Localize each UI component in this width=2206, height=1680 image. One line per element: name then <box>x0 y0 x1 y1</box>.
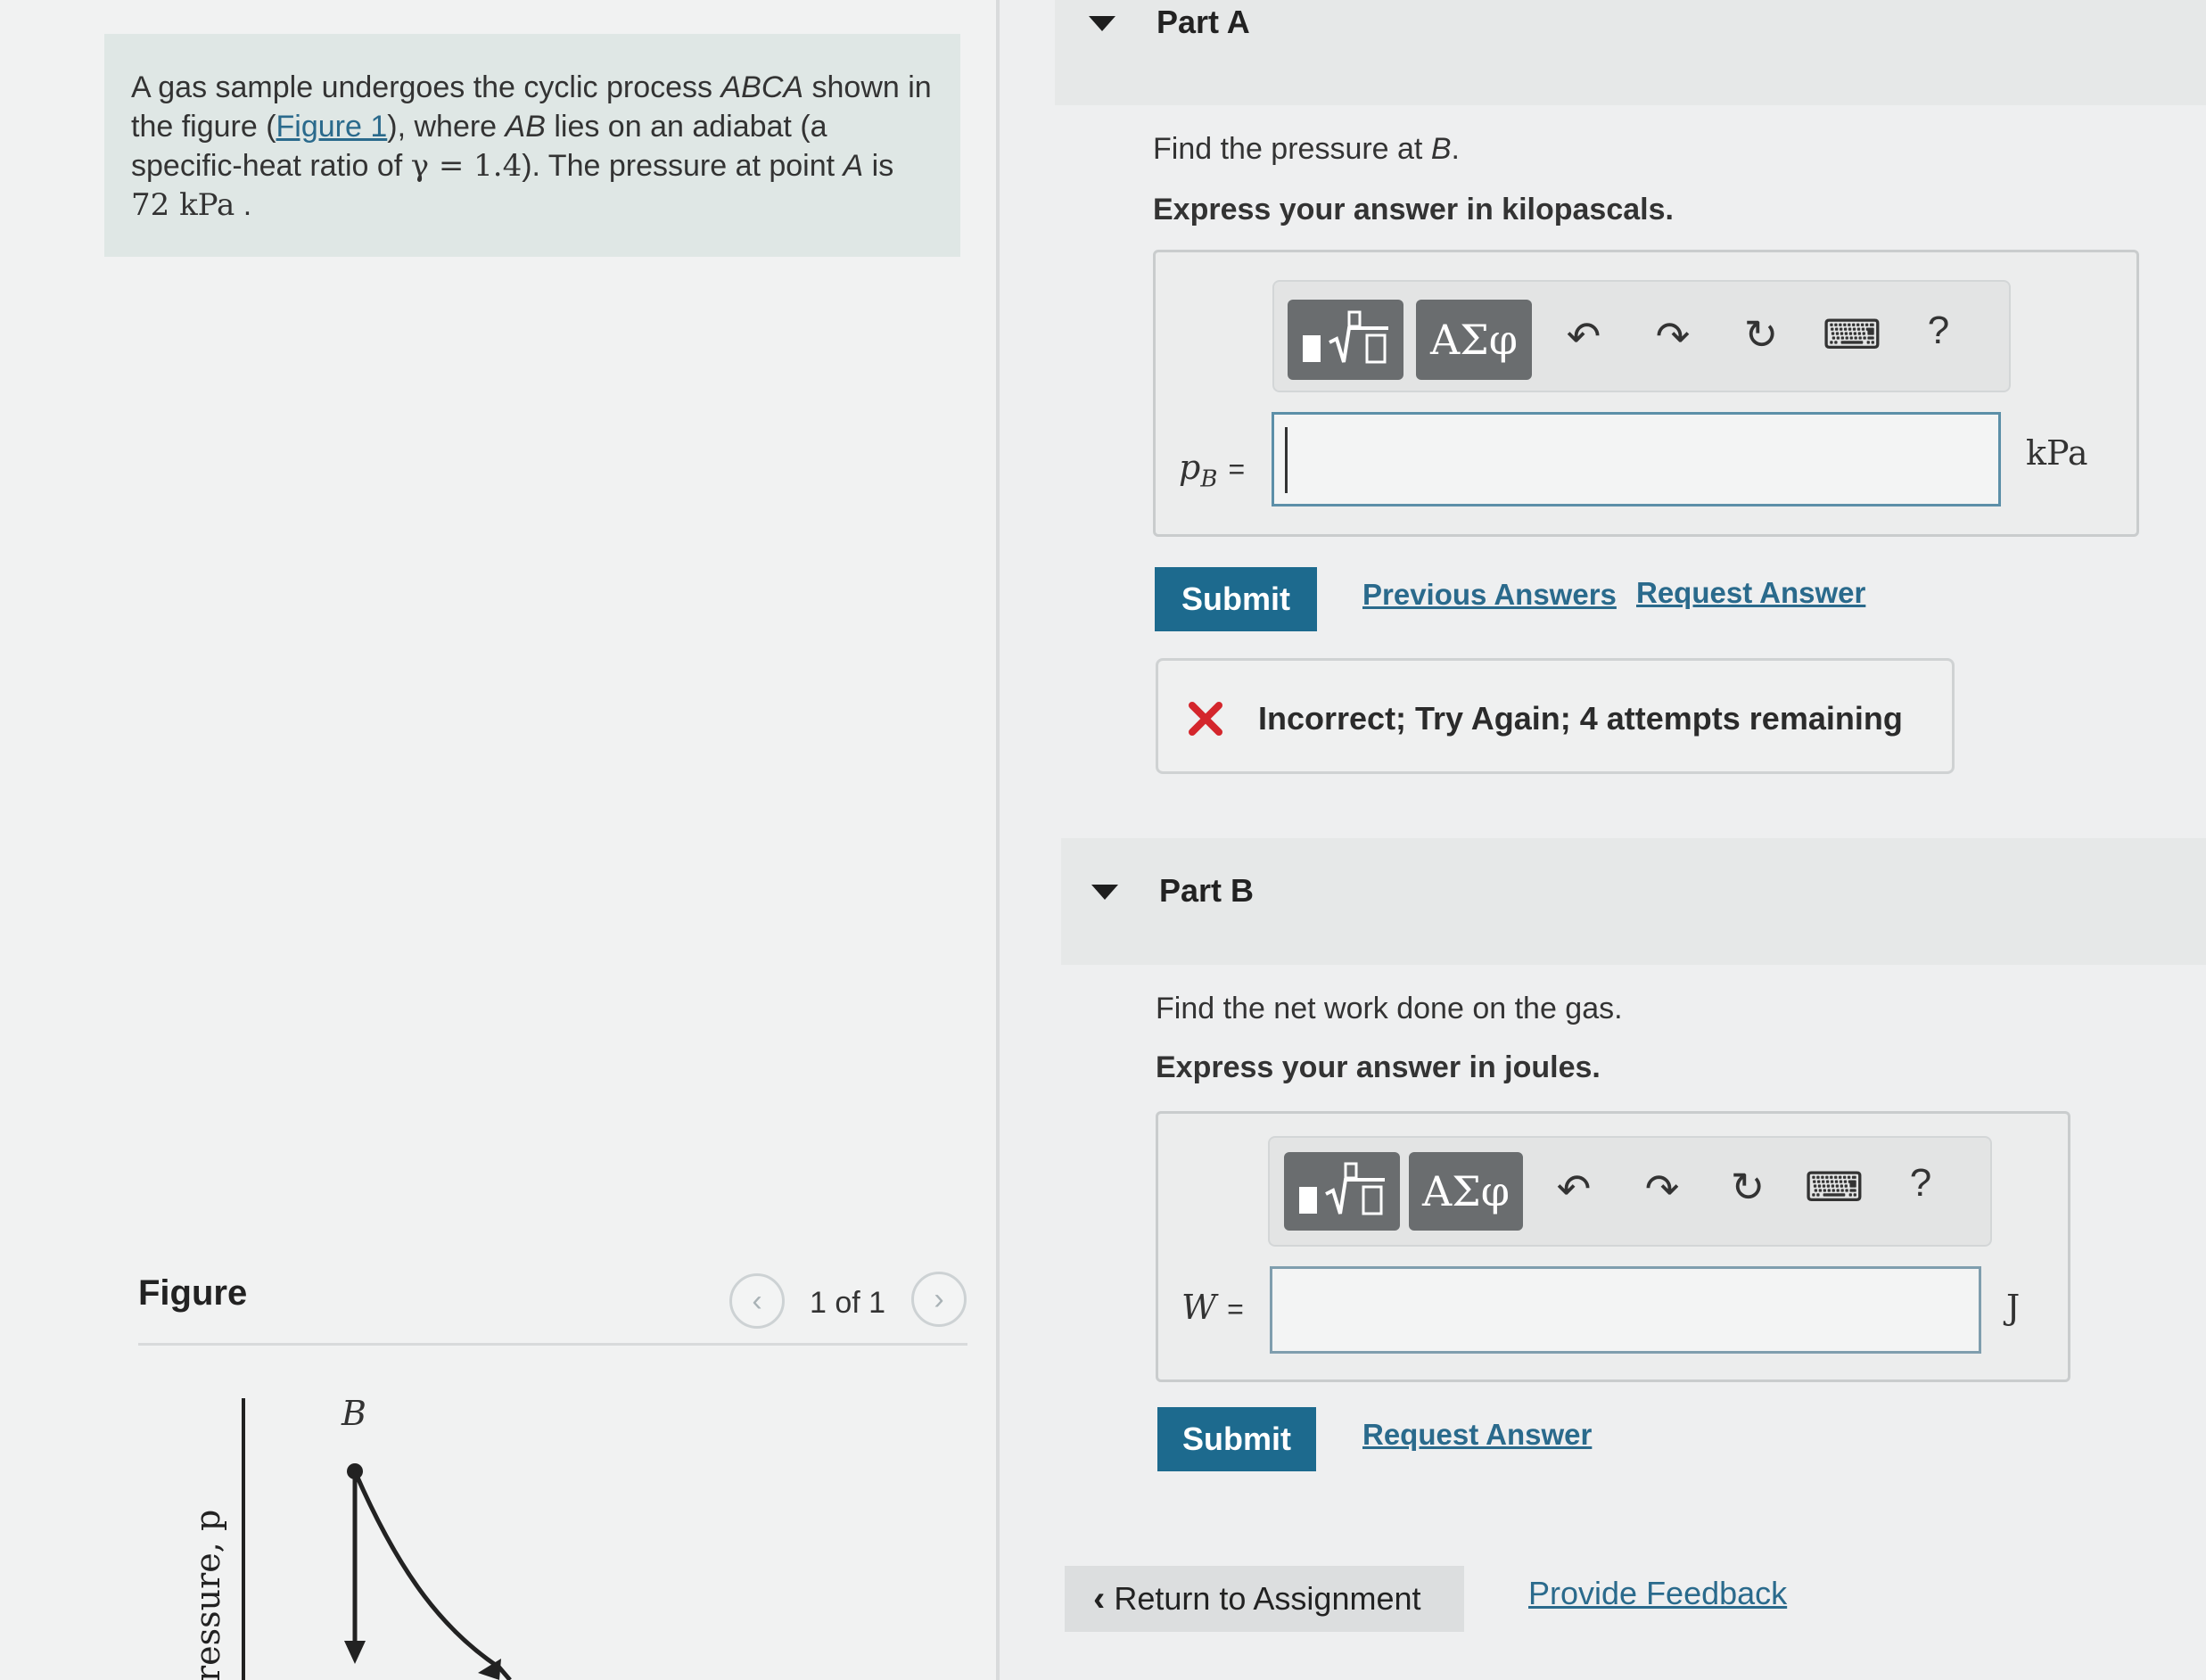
question-text: Find the pressure at <box>1153 132 1431 166</box>
redo-icon[interactable]: ↷ <box>1648 312 1698 360</box>
part-a-instruction: Express your answer in kilopascals. <box>1153 193 1674 226</box>
greek-symbols-button[interactable]: ΑΣφ <box>1416 300 1532 380</box>
point-b-label: B <box>341 1394 366 1433</box>
part-a-title: Part A <box>1157 4 1250 40</box>
question-variable: B <box>1430 132 1452 166</box>
question-text: . <box>1451 132 1460 166</box>
return-label: Return to Assignment <box>1114 1580 1421 1617</box>
chevron-left-icon: ‹ <box>1093 1578 1106 1618</box>
part-b-unit: J <box>2006 1288 2021 1327</box>
part-b-question: Find the net work done on the gas. <box>1156 992 1623 1025</box>
part-a-submit-button[interactable]: Submit <box>1155 567 1317 631</box>
text-cursor <box>1285 427 1288 493</box>
keyboard-icon[interactable]: ⌨ <box>1821 310 1883 358</box>
problem-text: ), where <box>387 110 506 144</box>
figure-title: Figure <box>138 1273 248 1313</box>
undo-icon[interactable]: ↶ <box>1559 312 1609 360</box>
column-divider <box>996 0 1000 1680</box>
templates-button[interactable] <box>1288 300 1403 380</box>
variable-subscript: B <box>1200 465 1218 493</box>
redo-icon[interactable]: ↷ <box>1637 1165 1687 1213</box>
error-x-icon <box>1189 702 1222 736</box>
feedback-text: Incorrect; Try Again; 4 attempts remaini… <box>1258 700 1903 737</box>
point-name: A <box>843 149 864 183</box>
greek-symbols-button[interactable]: ΑΣφ <box>1409 1152 1523 1231</box>
figure-divider <box>138 1343 967 1346</box>
part-a-unit: kPa <box>2026 433 2088 473</box>
figure-pager-text: 1 of 1 <box>810 1286 886 1320</box>
help-icon[interactable]: ? <box>1917 309 1960 353</box>
templates-button[interactable] <box>1284 1152 1400 1231</box>
chevron-right-icon: › <box>934 1282 944 1316</box>
variable-w: W <box>1181 1288 1217 1327</box>
part-b-answer-input[interactable] <box>1270 1266 1981 1354</box>
templates-icon <box>1303 310 1388 364</box>
reset-icon[interactable]: ↻ <box>1736 310 1786 358</box>
gamma-expression: γ = 1.4 <box>410 148 523 184</box>
cycle-name: ABCA <box>720 70 804 104</box>
pressure-value: 72 kPa <box>131 187 235 223</box>
provide-feedback-link[interactable]: Provide Feedback <box>1528 1575 1787 1612</box>
part-a-question: Find the pressure at B. <box>1153 132 1460 167</box>
feedback-message: Incorrect; Try Again; 4 attempts remaini… <box>1156 658 1955 774</box>
part-a-answer-input[interactable] <box>1272 412 2001 506</box>
part-b-request-answer-link[interactable]: Request Answer <box>1362 1418 1592 1452</box>
segment-name: AB <box>505 110 546 144</box>
adiabat-curve <box>352 1470 512 1680</box>
previous-answers-link[interactable]: Previous Answers <box>1362 578 1617 612</box>
figure-prev-button[interactable]: ‹ <box>729 1273 785 1329</box>
help-icon[interactable]: ? <box>1899 1161 1942 1206</box>
part-a-request-answer-link[interactable]: Request Answer <box>1636 576 1865 610</box>
axis-label: ressure, p <box>188 1510 227 1680</box>
keyboard-icon[interactable]: ⌨ <box>1803 1163 1865 1211</box>
templates-icon <box>1299 1162 1385 1215</box>
variable-p: p <box>1179 448 1201 487</box>
pv-diagram: ressure, p B <box>188 1394 512 1680</box>
part-b-instruction: Express your answer in joules. <box>1156 1050 1601 1084</box>
arrow-down-icon <box>344 1641 366 1664</box>
problem-statement: A gas sample undergoes the cyclic proces… <box>104 34 960 257</box>
undo-icon[interactable]: ↶ <box>1549 1165 1599 1213</box>
part-b-submit-button[interactable]: Submit <box>1157 1407 1316 1471</box>
equals-sign: = <box>1228 453 1246 485</box>
part-b-answer-label: W = <box>1181 1288 1244 1327</box>
problem-text: . <box>235 188 252 222</box>
caret-down-icon[interactable] <box>1089 16 1115 31</box>
chevron-left-icon: ‹ <box>752 1284 762 1318</box>
return-to-assignment-button[interactable]: ‹ Return to Assignment <box>1065 1566 1464 1632</box>
part-b-title: Part B <box>1159 872 1255 909</box>
problem-text: ). The pressure at point <box>522 149 844 183</box>
caret-down-icon[interactable] <box>1091 885 1118 900</box>
figure-link[interactable]: Figure 1 <box>276 110 388 144</box>
equals-sign: = <box>1227 1293 1244 1325</box>
problem-text: A gas sample undergoes the cyclic proces… <box>131 70 721 104</box>
problem-text: is <box>863 149 894 183</box>
figure-next-button[interactable]: › <box>911 1272 967 1327</box>
reset-icon[interactable]: ↻ <box>1723 1163 1773 1211</box>
part-a-answer-label: pB = <box>1179 448 1245 493</box>
